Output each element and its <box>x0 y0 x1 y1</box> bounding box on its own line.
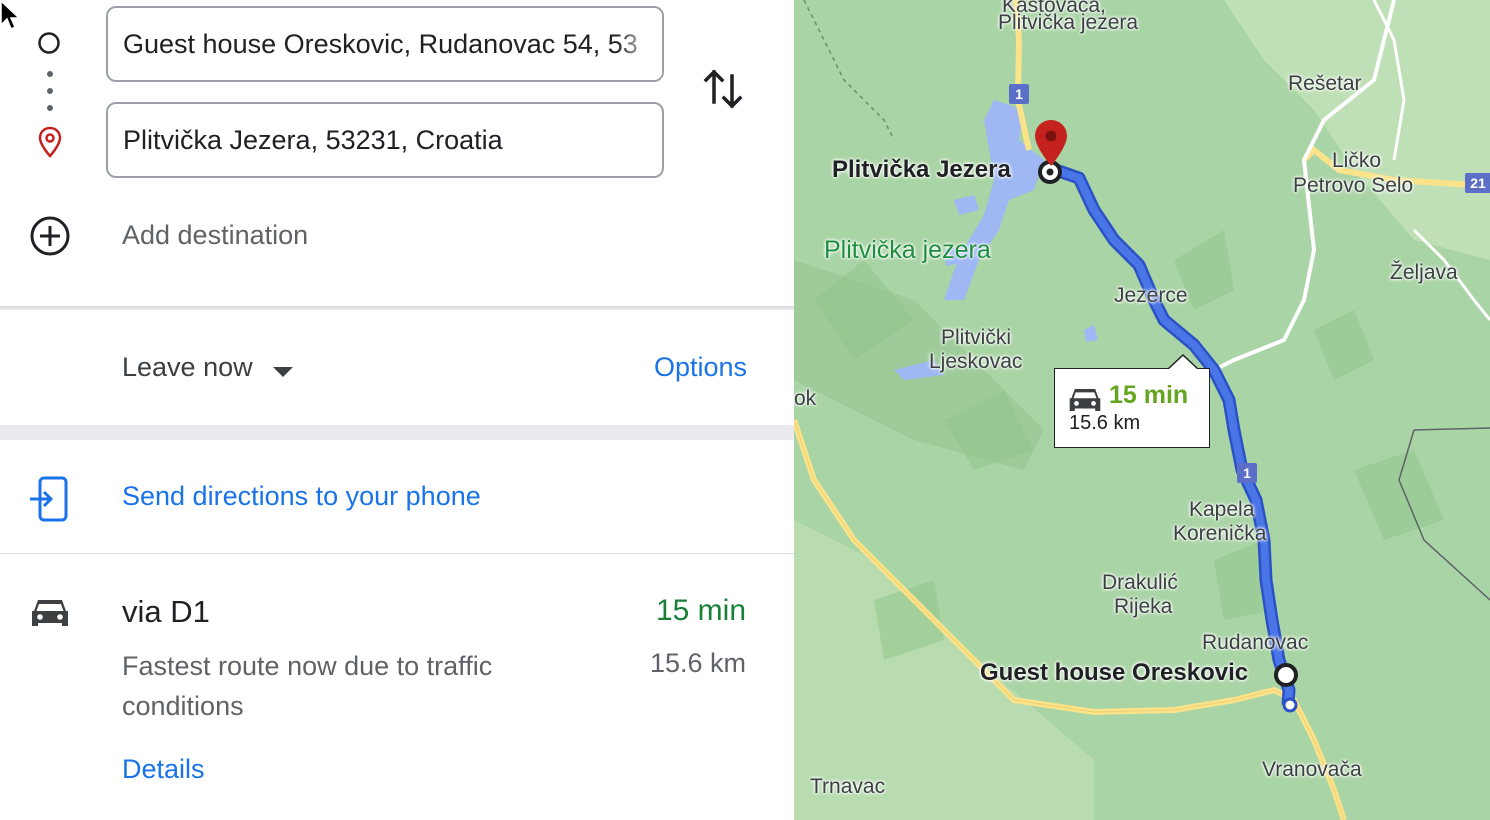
destination-marker-icon[interactable] <box>1032 118 1070 168</box>
mouse-cursor-icon <box>0 0 21 31</box>
chevron-down-icon <box>273 366 294 377</box>
destination-input-value[interactable]: Plitvička Jezera, 53231, Croatia <box>123 125 662 156</box>
map-label-petrovo-selo: Petrovo Selo <box>1293 174 1414 197</box>
route-option-card[interactable]: via D1 Fastest route now due to traffic … <box>0 554 794 820</box>
swap-vertical-icon[interactable] <box>700 64 746 114</box>
road-shield-d1: 1 <box>1009 84 1029 104</box>
add-destination-button[interactable]: Add destination <box>122 220 308 251</box>
map-label-korenicka: Korenička <box>1173 522 1267 545</box>
road-shield-d1: 1 <box>1237 463 1257 483</box>
route-name: via D1 <box>122 594 210 629</box>
leave-now-dropdown[interactable]: Leave now <box>122 352 295 388</box>
route-distance: 15.6 km <box>649 648 746 678</box>
section-divider <box>0 306 794 310</box>
route-duration: 15 min <box>655 594 746 627</box>
map-label-ljeskovac: Ljeskovac <box>929 350 1023 373</box>
map-label-plitvicka-jezera-north: Plitvička jezera <box>998 11 1139 34</box>
leave-now-label: Leave now <box>122 352 253 382</box>
map-label-vranovaca: Vranovača <box>1262 758 1362 781</box>
add-circle-icon[interactable] <box>28 214 72 258</box>
map-label-plitvicki: Plitvički <box>941 326 1012 349</box>
map-label-ok: ok <box>794 387 817 410</box>
route-info-popup[interactable]: 15 min 15.6 km <box>1054 354 1210 448</box>
destination-pin-icon <box>38 126 62 158</box>
road-shield-21: 21 <box>1465 173 1490 193</box>
map-label-rijeka: Rijeka <box>1114 595 1173 618</box>
car-icon <box>1069 388 1101 412</box>
send-directions-button[interactable]: Send directions to your phone <box>122 481 481 512</box>
route-description: Fastest route now due to traffic conditi… <box>122 651 493 721</box>
details-button[interactable]: Details <box>122 754 205 785</box>
map-label-plitvicka-jezera-park[interactable]: Plitvička jezera <box>824 238 991 263</box>
route-dots-icon <box>47 71 53 111</box>
origin-input-value[interactable]: Guest house Oreskovic, Rudanovac 54, 53 <box>123 29 662 60</box>
map-label-trnavac: Trnavac <box>810 775 886 798</box>
map-label-jezerce: Jezerce <box>1114 284 1188 307</box>
destination-input[interactable]: Plitvička Jezera, 53231, Croatia <box>106 102 664 178</box>
map-label-drakulic: Drakulić <box>1102 571 1178 594</box>
map-label-zeljava: Željava <box>1390 261 1458 284</box>
map-label-licko: Ličko <box>1332 149 1382 172</box>
map-canvas[interactable]: Kaštovača, Plitvička jezera Rešetar Ličk… <box>794 0 1490 820</box>
map-label-resetar: Rešetar <box>1288 72 1362 95</box>
map-label-guest-house[interactable]: Guest house Oreskovic <box>980 661 1248 685</box>
map-label-plitvicka-jezera-destination[interactable]: Plitvička Jezera <box>832 158 1011 182</box>
map-label-kapela: Kapela <box>1189 498 1255 521</box>
popup-duration: 15 min <box>1109 381 1189 409</box>
directions-panel: Guest house Oreskovic, Rudanovac 54, 53 … <box>0 0 794 820</box>
origin-circle-icon <box>38 32 60 54</box>
origin-input-fade <box>616 8 662 80</box>
popup-pointer-fill <box>1168 356 1198 370</box>
popup-distance: 15.6 km <box>1069 412 1141 434</box>
options-button[interactable]: Options <box>654 352 747 383</box>
send-to-phone-icon[interactable] <box>28 476 70 522</box>
map-label-rudanovac: Rudanovac <box>1202 631 1309 654</box>
car-icon <box>32 600 68 626</box>
origin-input[interactable]: Guest house Oreskovic, Rudanovac 54, 53 <box>106 6 664 82</box>
section-separator <box>0 425 794 440</box>
